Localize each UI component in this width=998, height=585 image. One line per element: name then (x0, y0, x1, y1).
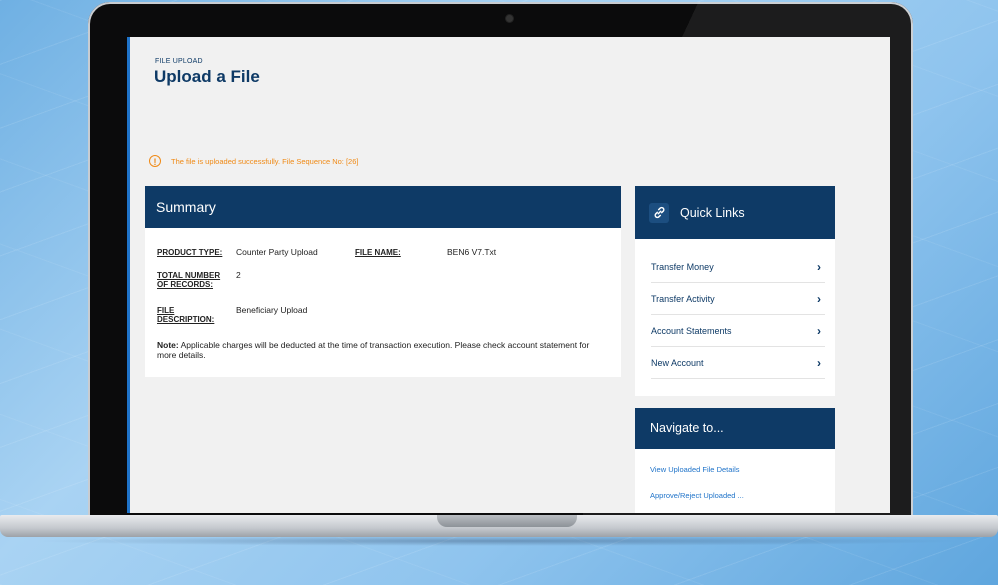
page-title: Upload a File (154, 67, 260, 86)
chevron-right-icon: › (817, 323, 821, 338)
navigate-to-card: Navigate to... View Uploaded File Detail… (635, 408, 835, 513)
webcam-icon (506, 15, 513, 22)
quick-link-transfer-activity[interactable]: Transfer Activity › (651, 283, 825, 315)
chevron-right-icon: › (817, 291, 821, 306)
quick-links-card: Quick Links Transfer Money › Transfer Ac… (635, 186, 835, 396)
alert-message: The file is uploaded successfully. File … (171, 156, 359, 166)
file-description-label: FILE DESCRIPTION: (157, 306, 215, 324)
approve-reject-uploaded-link[interactable]: Approve/Reject Uploaded ... (650, 491, 744, 500)
quick-link-account-statements[interactable]: Account Statements › (651, 315, 825, 347)
total-records-value: 2 (236, 270, 241, 280)
file-name-value: BEN6 V7.Txt (447, 247, 497, 257)
file-description-value: Beneficiary Upload (236, 305, 308, 315)
left-accent-bar (127, 37, 130, 513)
file-name-label: FILE NAME: (355, 248, 401, 257)
navigate-to-title: Navigate to... (635, 408, 835, 449)
app-screen: FILE UPLOAD Upload a File ! The file is … (127, 37, 890, 513)
summary-heading: Summary (145, 186, 621, 228)
product-type-value: Counter Party Upload (236, 247, 318, 257)
summary-card: Summary PRODUCT TYPE: Counter Party Uplo… (145, 186, 621, 377)
quick-links-header: Quick Links (635, 186, 835, 239)
page-eyebrow: FILE UPLOAD (155, 58, 203, 65)
success-alert: ! The file is uploaded successfully. Fil… (149, 155, 358, 167)
quick-link-transfer-money[interactable]: Transfer Money › (651, 251, 825, 283)
info-circle-icon: ! (149, 155, 161, 167)
laptop-notch (437, 515, 577, 527)
quick-links-title: Quick Links (680, 205, 745, 220)
view-uploaded-file-details-link[interactable]: View Uploaded File Details (650, 465, 740, 474)
total-records-label: TOTAL NUMBER OF RECORDS: (157, 271, 221, 289)
product-type-label: PRODUCT TYPE: (157, 248, 223, 257)
chevron-right-icon: › (817, 355, 821, 370)
chevron-right-icon: › (817, 259, 821, 274)
charges-note: Note: Applicable charges will be deducte… (157, 340, 590, 360)
laptop-shadow (30, 536, 968, 546)
link-icon (649, 202, 669, 223)
quick-link-new-account[interactable]: New Account › (651, 347, 825, 379)
